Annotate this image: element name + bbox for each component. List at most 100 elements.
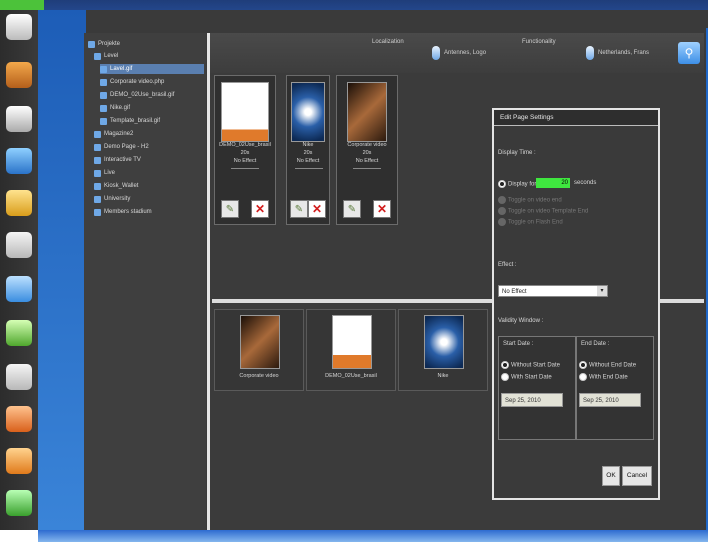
tree-item[interactable]: Magazine2 — [94, 129, 133, 139]
playlist-item[interactable]: Nike — [398, 309, 488, 391]
tree-item[interactable]: Template_brasil.gif — [100, 116, 160, 126]
radio-unselected[interactable] — [579, 373, 587, 381]
tree-item-label: Interactive TV — [104, 157, 141, 163]
file-icon — [100, 78, 107, 86]
page-tile[interactable]: Nike 20s No Effect ✎ ✕ — [286, 75, 330, 225]
tree-item-selected[interactable]: Lavel.gif — [100, 64, 204, 74]
document-icon[interactable] — [6, 232, 32, 258]
end-date-panel: End Date : Without End Date With End Dat… — [576, 336, 654, 440]
edit-button[interactable]: ✎ — [221, 200, 239, 218]
tree-item[interactable]: Members stadium — [94, 207, 152, 217]
tree-item[interactable]: Nike.gif — [100, 103, 130, 113]
tile-duration: 20s — [240, 150, 250, 156]
tree-item[interactable]: Interactive TV — [94, 155, 141, 165]
display-for-label: Display for — [508, 181, 537, 188]
tree-item-label: Kiosk_Wallet — [104, 183, 139, 189]
with-end-option[interactable]: With End Date — [579, 373, 628, 381]
localization-label: Localization — [372, 39, 404, 45]
playlist-label: DEMO_02Use_brasil — [325, 373, 377, 379]
calendar-icon[interactable] — [6, 364, 32, 390]
with-start-option[interactable]: With Start Date — [501, 373, 552, 381]
tree-item-label: Magazine2 — [104, 131, 134, 137]
folder-icon — [94, 208, 101, 216]
option-label: With Start Date — [511, 374, 552, 381]
option-label: Without End Date — [589, 362, 637, 369]
display-for-option[interactable]: Display for — [498, 180, 536, 188]
edit-button[interactable]: ✎ — [343, 200, 361, 218]
file-icon — [100, 117, 107, 125]
rss-icon[interactable] — [6, 448, 32, 474]
search-button[interactable]: ⚲ — [678, 42, 700, 64]
page-tile[interactable]: DEMO_02Use_brasil 20s No Effect ✎ ✕ — [214, 75, 276, 225]
tree-item[interactable]: University — [94, 194, 130, 204]
folder-icon — [94, 156, 101, 164]
localization-value[interactable]: Antennes, Logo — [444, 50, 486, 56]
ok-button[interactable]: OK — [602, 466, 620, 486]
effect-value: No Effect — [502, 289, 527, 295]
location-pin-icon — [432, 46, 440, 60]
outlook-icon[interactable] — [6, 276, 32, 302]
location-pin-icon — [586, 46, 594, 60]
tree-item[interactable]: Demo Page - H2 — [94, 142, 149, 152]
tile-name: Corporate video — [347, 142, 387, 148]
tree-item[interactable]: Corporate video.php — [100, 77, 164, 87]
search-app-icon[interactable] — [6, 406, 32, 432]
page-thumbnail — [221, 82, 269, 142]
page-thumbnail — [347, 82, 387, 142]
flash-end-option[interactable]: Toggle on Flash End — [498, 218, 563, 226]
edit-button[interactable]: ✎ — [290, 200, 308, 218]
effect-label: Effect : — [498, 262, 517, 268]
people-icon[interactable] — [6, 62, 32, 88]
tree-item[interactable]: Kiosk_Wallet — [94, 181, 138, 191]
tree-item[interactable]: DEMO_02Use_brasil.gif — [100, 90, 174, 100]
notes-icon[interactable] — [6, 14, 32, 40]
tree-item[interactable]: Level — [94, 51, 118, 61]
dialog-title: Edit Page Settings — [494, 110, 658, 126]
start-date-input[interactable]: Sep 25, 2010 — [501, 393, 563, 407]
shield-icon[interactable] — [6, 490, 32, 516]
video-end-option[interactable]: Toggle on video end — [498, 196, 562, 204]
radio-unselected[interactable] — [501, 373, 509, 381]
globe-icon[interactable] — [6, 148, 32, 174]
chevron-down-icon[interactable]: ▾ — [597, 286, 607, 296]
delete-button[interactable]: ✕ — [251, 200, 269, 218]
tree-item-label: Template_brasil.gif — [110, 118, 161, 124]
check-icon[interactable] — [6, 320, 32, 346]
tree-item[interactable]: Live — [94, 168, 115, 178]
radio-selected[interactable] — [579, 361, 587, 369]
seconds-input[interactable]: 20 — [536, 178, 570, 188]
playlist-item[interactable]: Corporate video — [214, 309, 304, 391]
playlist-label: Nike — [437, 373, 449, 379]
page-tile[interactable]: Corporate video 20s No Effect ✎ ✕ — [336, 75, 398, 225]
printer-icon[interactable] — [6, 106, 32, 132]
tree-item[interactable]: Projekte — [88, 39, 120, 49]
playlist-thumbnail — [332, 315, 372, 369]
file-icon — [100, 65, 107, 73]
effect-select[interactable]: No Effect ▾ — [498, 285, 608, 297]
validity-window-label: Validity Window : — [498, 318, 544, 324]
folder-icon — [94, 52, 101, 60]
radio-selected[interactable] — [501, 361, 509, 369]
delete-button[interactable]: ✕ — [308, 200, 326, 218]
tile-separator — [295, 168, 323, 169]
functionality-value[interactable]: Netherlands, Frans — [598, 50, 649, 56]
project-tree: Projekte Level Lavel.gif Corporate video… — [84, 33, 206, 530]
template-end-option[interactable]: Toggle on video Template End — [498, 207, 588, 215]
display-time-label: Display Time : — [498, 150, 536, 156]
folder-icon[interactable] — [6, 190, 32, 216]
tile-separator — [231, 168, 259, 169]
without-end-option[interactable]: Without End Date — [579, 361, 636, 369]
delete-button[interactable]: ✕ — [373, 200, 391, 218]
end-date-input[interactable]: Sep 25, 2010 — [579, 393, 641, 407]
tree-divider[interactable] — [207, 33, 210, 530]
without-start-option[interactable]: Without Start Date — [501, 361, 560, 369]
tile-separator — [353, 168, 381, 169]
option-label: Toggle on video end — [508, 197, 562, 204]
radio-disabled — [498, 207, 506, 215]
playlist-item[interactable]: DEMO_02Use_brasil — [306, 309, 396, 391]
option-label: Toggle on Flash End — [508, 219, 563, 226]
radio-selected[interactable] — [498, 180, 506, 188]
folder-icon — [94, 195, 101, 203]
cancel-button[interactable]: Cancel — [622, 466, 652, 486]
folder-icon — [94, 169, 101, 177]
